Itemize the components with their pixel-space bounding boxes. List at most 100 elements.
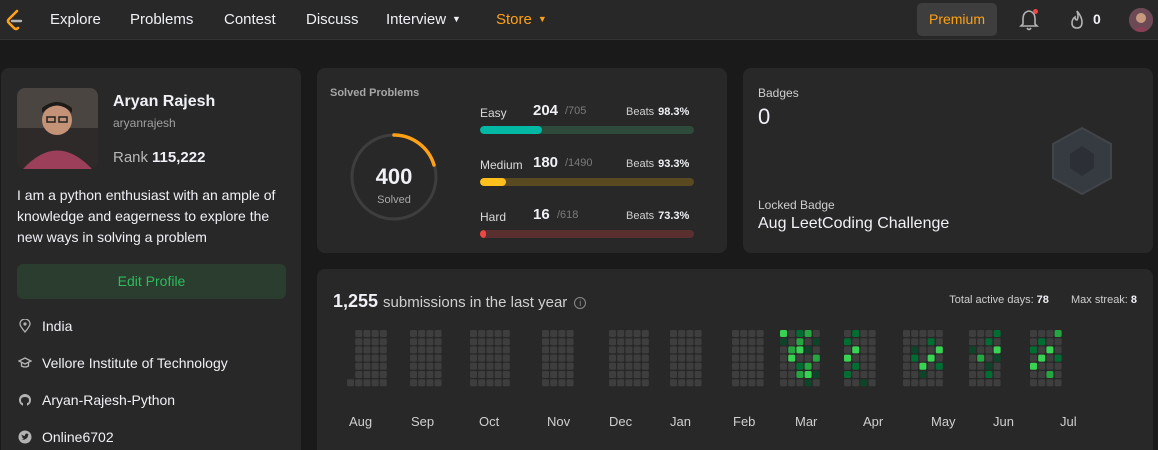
heatmap-cell[interactable]: [678, 346, 686, 354]
heatmap-cell[interactable]: [410, 354, 417, 362]
heatmap-cell[interactable]: [732, 330, 739, 337]
heatmap-cell[interactable]: [426, 371, 434, 378]
heatmap-cell[interactable]: [670, 338, 677, 346]
heatmap-cell[interactable]: [1046, 354, 1054, 362]
heatmap-cell[interactable]: [470, 371, 477, 378]
heatmap-cell[interactable]: [852, 362, 860, 370]
heatmap-cell[interactable]: [558, 371, 566, 378]
heatmap-cell[interactable]: [478, 330, 486, 337]
heatmap-cell[interactable]: [860, 346, 868, 354]
heatmap-cell[interactable]: [804, 371, 812, 378]
heatmap-cell[interactable]: [844, 330, 851, 337]
heatmap-cell[interactable]: [740, 371, 748, 378]
heatmap-cell[interactable]: [550, 362, 558, 370]
heatmap-cell[interactable]: [363, 346, 371, 354]
nav-store[interactable]: Store ▼: [496, 11, 547, 28]
heatmap-cell[interactable]: [478, 338, 486, 346]
heatmap-cell[interactable]: [969, 346, 976, 354]
heatmap-cell[interactable]: [694, 330, 702, 337]
heatmap-cell[interactable]: [919, 379, 927, 387]
heatmap-cell[interactable]: [470, 362, 477, 370]
heatmap-cell[interactable]: [617, 379, 625, 387]
heatmap-cell[interactable]: [566, 330, 574, 337]
heatmap-cell[interactable]: [812, 330, 820, 337]
heatmap-cell[interactable]: [903, 330, 910, 337]
heatmap-cell[interactable]: [502, 362, 510, 370]
heatmap-cell[interactable]: [558, 362, 566, 370]
heatmap-cell[interactable]: [478, 346, 486, 354]
heatmap-cell[interactable]: [903, 379, 910, 387]
heatmap-cell[interactable]: [686, 346, 694, 354]
heatmap-cell[interactable]: [903, 354, 910, 362]
heatmap-cell[interactable]: [670, 379, 677, 387]
heatmap-cell[interactable]: [633, 330, 641, 337]
heatmap-cell[interactable]: [732, 379, 739, 387]
heatmap-cell[interactable]: [812, 379, 820, 387]
heatmap-cell[interactable]: [1038, 346, 1046, 354]
heatmap-cell[interactable]: [494, 330, 502, 337]
heatmap-cell[interactable]: [478, 379, 486, 387]
heatmap-cell[interactable]: [363, 330, 371, 337]
premium-button[interactable]: Premium: [917, 3, 997, 36]
heatmap-cell[interactable]: [985, 362, 993, 370]
heatmap-cell[interactable]: [542, 338, 549, 346]
heatmap-cell[interactable]: [542, 362, 549, 370]
heatmap-cell[interactable]: [927, 371, 935, 378]
heatmap-cell[interactable]: [566, 371, 574, 378]
heatmap-cell[interactable]: [1030, 330, 1037, 337]
heatmap-cell[interactable]: [609, 338, 616, 346]
heatmap-cell[interactable]: [788, 330, 796, 337]
heatmap-cell[interactable]: [993, 371, 1001, 378]
heatmap-cell[interactable]: [868, 371, 876, 378]
heatmap-cell[interactable]: [418, 362, 426, 370]
heatmap-cell[interactable]: [609, 371, 616, 378]
heatmap-cell[interactable]: [780, 338, 787, 346]
heatmap-cell[interactable]: [633, 354, 641, 362]
heatmap-cell[interactable]: [633, 362, 641, 370]
heatmap-cell[interactable]: [678, 330, 686, 337]
heatmap-cell[interactable]: [860, 362, 868, 370]
heatmap-cell[interactable]: [426, 354, 434, 362]
heatmap-cell[interactable]: [379, 362, 387, 370]
heatmap-cell[interactable]: [641, 379, 649, 387]
heatmap-cell[interactable]: [740, 362, 748, 370]
heatmap-cell[interactable]: [550, 346, 558, 354]
heatmap-cell[interactable]: [347, 379, 354, 387]
heatmap-cell[interactable]: [609, 354, 616, 362]
heatmap-cell[interactable]: [566, 362, 574, 370]
nav-contest[interactable]: Contest: [224, 11, 276, 28]
heatmap-cell[interactable]: [935, 346, 943, 354]
heatmap-cell[interactable]: [686, 371, 694, 378]
heatmap-cell[interactable]: [780, 330, 787, 337]
heatmap-cell[interactable]: [410, 371, 417, 378]
heatmap-cell[interactable]: [1046, 379, 1054, 387]
heatmap-cell[interactable]: [641, 338, 649, 346]
heatmap-cell[interactable]: [686, 338, 694, 346]
heatmap-cell[interactable]: [558, 338, 566, 346]
heatmap-cell[interactable]: [993, 338, 1001, 346]
heatmap-cell[interactable]: [478, 354, 486, 362]
heatmap-cell[interactable]: [494, 346, 502, 354]
heatmap-cell[interactable]: [788, 338, 796, 346]
heatmap-cell[interactable]: [935, 354, 943, 362]
heatmap-cell[interactable]: [363, 362, 371, 370]
heatmap-cell[interactable]: [371, 371, 379, 378]
heatmap-cell[interactable]: [927, 362, 935, 370]
heatmap-cell[interactable]: [379, 354, 387, 362]
heatmap-cell[interactable]: [852, 330, 860, 337]
heatmap-cell[interactable]: [410, 330, 417, 337]
heatmap-cell[interactable]: [756, 330, 764, 337]
heatmap-cell[interactable]: [641, 371, 649, 378]
heatmap-cell[interactable]: [985, 371, 993, 378]
heatmap-cell[interactable]: [1046, 346, 1054, 354]
heatmap-cell[interactable]: [911, 371, 919, 378]
heatmap-cell[interactable]: [355, 346, 363, 354]
heatmap-cell[interactable]: [363, 338, 371, 346]
heatmap-cell[interactable]: [796, 379, 804, 387]
heatmap-cell[interactable]: [927, 338, 935, 346]
heatmap-cell[interactable]: [748, 379, 756, 387]
heatmap-cell[interactable]: [617, 354, 625, 362]
heatmap-cell[interactable]: [868, 362, 876, 370]
heatmap-cell[interactable]: [812, 371, 820, 378]
heatmap-cell[interactable]: [694, 354, 702, 362]
